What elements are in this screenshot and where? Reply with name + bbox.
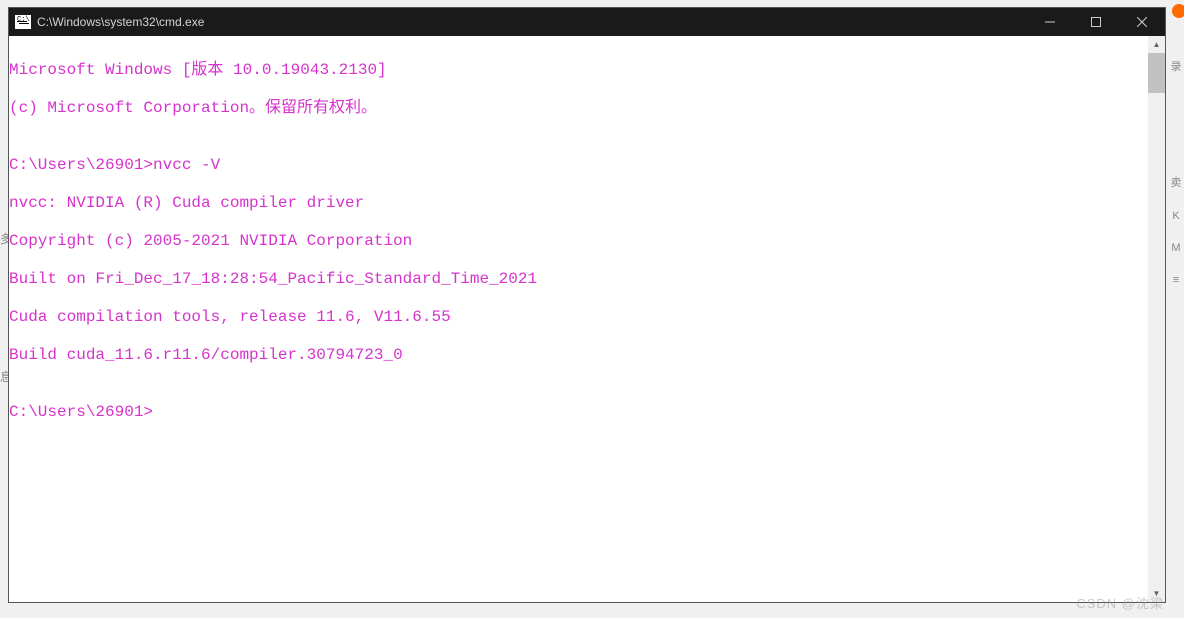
bg-char-right-d: M: [1168, 242, 1184, 254]
close-button[interactable]: [1119, 8, 1165, 36]
terminal-line: nvcc: NVIDIA (R) Cuda compiler driver: [9, 194, 1148, 213]
terminal-line: (c) Microsoft Corporation。保留所有权利。: [9, 99, 1148, 118]
cmd-window: C:\Windows\system32\cmd.exe Microsoft Wi…: [8, 7, 1166, 603]
window-controls: [1027, 8, 1165, 36]
minimize-button[interactable]: [1027, 8, 1073, 36]
minimize-icon: [1045, 17, 1055, 27]
terminal-output[interactable]: Microsoft Windows [版本 10.0.19043.2130] (…: [9, 36, 1148, 602]
watermark-text: CSDN @沈梁: [1076, 593, 1164, 612]
window-title: C:\Windows\system32\cmd.exe: [37, 15, 1027, 29]
titlebar[interactable]: C:\Windows\system32\cmd.exe: [9, 8, 1165, 36]
vertical-scrollbar[interactable]: ▲ ▼: [1148, 36, 1165, 602]
terminal-line: Cuda compilation tools, release 11.6, V1…: [9, 308, 1148, 327]
maximize-icon: [1091, 17, 1101, 27]
maximize-button[interactable]: [1073, 8, 1119, 36]
terminal-line: Build cuda_11.6.r11.6/compiler.30794723_…: [9, 346, 1148, 365]
terminal-area: Microsoft Windows [版本 10.0.19043.2130] (…: [9, 36, 1165, 602]
scrollbar-thumb[interactable]: [1148, 53, 1165, 93]
terminal-prompt: C:\Users\26901>: [9, 403, 1148, 422]
bg-orange-dot: [1172, 4, 1184, 18]
terminal-line: C:\Users\26901>nvcc -V: [9, 156, 1148, 175]
scrollbar-up-arrow-icon[interactable]: ▲: [1148, 36, 1165, 53]
cmd-icon: [15, 15, 31, 29]
terminal-line: Built on Fri_Dec_17_18:28:54_Pacific_Sta…: [9, 270, 1148, 289]
bg-char-right-a: 录: [1168, 58, 1184, 74]
bg-char-right-c: K: [1168, 210, 1184, 222]
terminal-line: Copyright (c) 2005-2021 NVIDIA Corporati…: [9, 232, 1148, 251]
bg-char-right-b: 卖: [1168, 174, 1184, 190]
bg-hamburger-icon: ≡: [1168, 274, 1184, 286]
terminal-line: Microsoft Windows [版本 10.0.19043.2130]: [9, 61, 1148, 80]
bg-right-sidebar: 录 卖 K M ≡: [1168, 32, 1184, 602]
close-icon: [1137, 17, 1147, 27]
